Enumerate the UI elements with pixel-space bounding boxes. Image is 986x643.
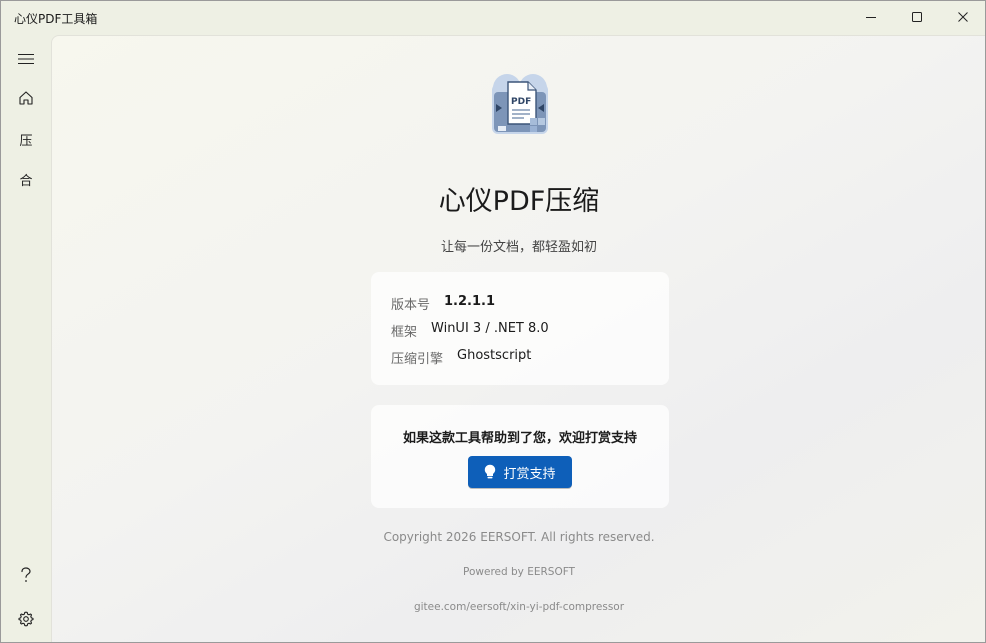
support-message: 如果这款工具帮助到了您，欢迎打赏支持 (402, 431, 637, 446)
title-bar[interactable]: 心仪PDF工具箱 (1, 1, 985, 35)
navigation-rail: 压 合 (1, 35, 51, 643)
menu-toggle-button[interactable] (6, 41, 46, 77)
version-info-card: 版本号 1.2.1.1 框架 WinUI 3 / .NET 8.0 压缩引擎 G… (371, 272, 669, 385)
nav-item-compress[interactable]: 压 (6, 121, 46, 157)
close-button[interactable] (940, 1, 986, 33)
info-row-framework: 框架 WinUI 3 / .NET 8.0 (391, 321, 549, 340)
app-name-heading: 心仪PDF压缩 (438, 186, 600, 217)
hamburger-icon (18, 53, 34, 65)
logo-pdf-text: PDF (511, 97, 531, 107)
info-row-engine: 压缩引擎 Ghostscript (391, 348, 531, 367)
close-icon (958, 12, 968, 22)
app-window: 心仪PDF工具箱 压 合 PDF 心仪PDF压缩 让每一份文档，都轻盈如初 版本… (0, 0, 986, 643)
home-icon (19, 91, 33, 105)
minimize-button[interactable] (848, 1, 894, 33)
info-value: Ghostscript (457, 348, 532, 363)
nav-item-merge[interactable]: 合 (6, 161, 46, 197)
nav-item-compress-label: 压 (19, 133, 33, 149)
info-value: 1.2.1.1 (444, 294, 496, 309)
support-card: 如果这款工具帮助到了您，欢迎打赏支持 打赏支持 (371, 405, 669, 508)
about-page: PDF 心仪PDF压缩 让每一份文档，都轻盈如初 版本号 1.2.1.1 框架 … (51, 35, 985, 642)
maximize-icon (912, 12, 922, 22)
powered-by-text: Powered by EERSOFT (463, 566, 575, 578)
donate-button[interactable]: 打赏支持 (468, 456, 572, 488)
nav-item-merge-label: 合 (19, 173, 33, 189)
gear-icon (18, 611, 34, 627)
info-key: 压缩引擎 (391, 352, 444, 367)
lightbulb-icon (485, 464, 496, 479)
nav-item-help[interactable] (6, 557, 46, 593)
app-slogan: 让每一份文档，都轻盈如初 (440, 240, 597, 255)
nav-item-settings[interactable] (6, 601, 46, 637)
donate-button-label: 打赏支持 (503, 466, 556, 482)
copyright-text: Copyright 2026 EERSOFT. All rights reser… (383, 530, 655, 544)
info-key: 版本号 (391, 298, 431, 313)
info-value: WinUI 3 / .NET 8.0 (431, 321, 549, 336)
info-row-version: 版本号 1.2.1.1 (391, 294, 495, 313)
minimize-icon (866, 17, 876, 18)
info-key: 框架 (391, 325, 418, 340)
app-logo: PDF (492, 74, 548, 134)
repo-link[interactable]: gitee.com/eersoft/xin-yi-pdf-compressor (52, 601, 986, 613)
maximize-button[interactable] (894, 1, 940, 33)
window-title: 心仪PDF工具箱 (14, 12, 98, 26)
question-icon (21, 567, 31, 582)
nav-item-home[interactable] (6, 80, 46, 116)
